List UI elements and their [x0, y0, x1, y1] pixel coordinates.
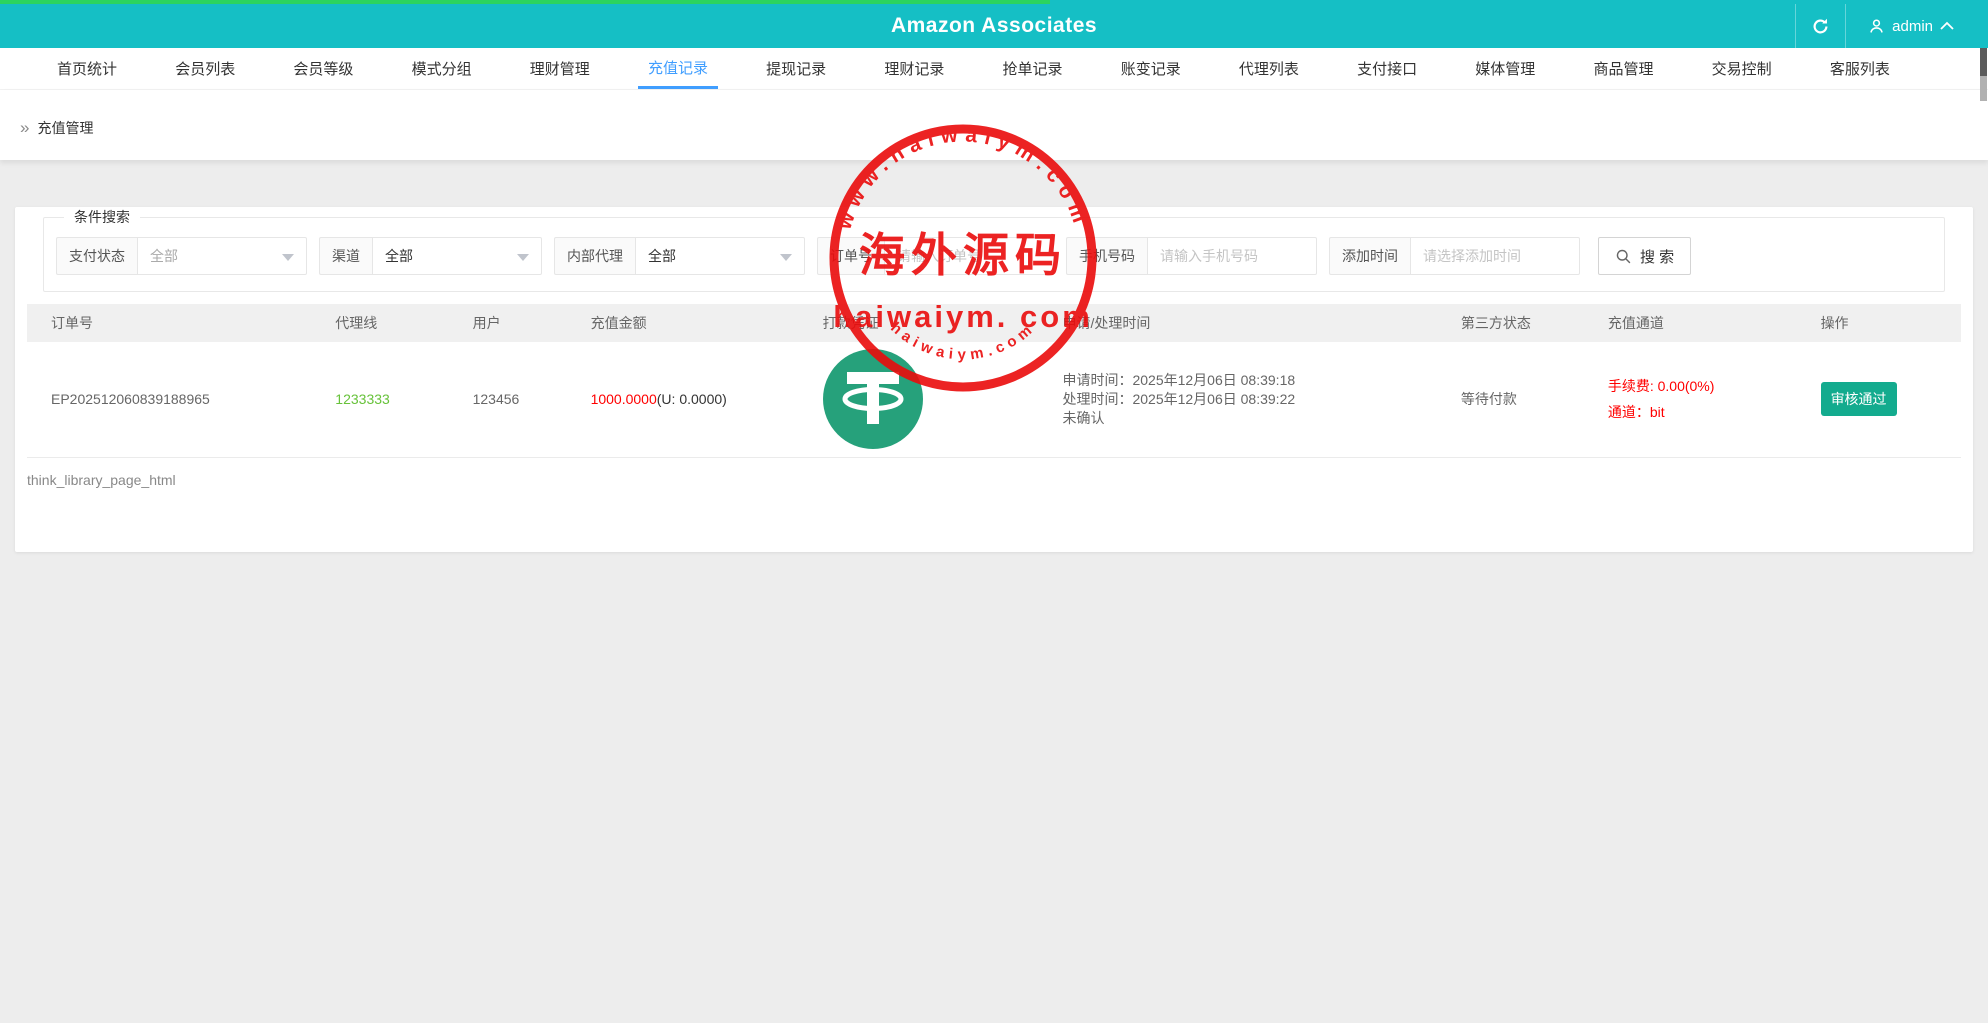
search-legend: 条件搜索	[74, 209, 130, 225]
breadcrumb-icon: »	[20, 118, 30, 137]
internal-agent-select[interactable]: 全部	[635, 237, 805, 275]
add-time-input[interactable]	[1410, 237, 1580, 275]
tab-6[interactable]: 充值记录	[637, 48, 718, 89]
channel-label: 渠道	[319, 237, 372, 275]
username: admin	[1892, 17, 1933, 35]
tab-4[interactable]: 模式分组	[402, 48, 482, 89]
pay-status-select[interactable]: 全部	[137, 237, 307, 275]
add-time-label: 添加时间	[1329, 237, 1410, 275]
cell-action: 审核通过	[1796, 342, 1961, 458]
tab-5[interactable]: 理财管理	[520, 48, 600, 89]
refresh-icon	[1813, 18, 1828, 33]
column-header: 订单号	[27, 304, 312, 342]
cell-user: 123456	[448, 342, 567, 458]
search-fieldset: 条件搜索 支付状态 全部 渠道 全部 内部代理 全部 订单号 请输入订单号 手机…	[43, 207, 1945, 292]
tether-icon[interactable]	[822, 349, 923, 450]
search-form: 支付状态 全部 渠道 全部 内部代理 全部 订单号 请输入订单号 手机号码 请输…	[44, 227, 1944, 291]
cell-times: 申请时间：2025年12月06日 08:39:18 处理时间：2025年12月0…	[1038, 342, 1437, 458]
content-area: 条件搜索 支付状态 全部 渠道 全部 内部代理 全部 订单号 请输入订单号 手机…	[0, 160, 1988, 1023]
order-no-label: 订单号	[817, 237, 884, 275]
app-title: Amazon Associates	[890, 14, 1098, 37]
channel-value: 全部	[385, 248, 413, 264]
order-no-input[interactable]	[884, 237, 1054, 275]
cell-order-no: EP202512060839188965	[27, 342, 312, 458]
breadcrumb: » 充值管理	[0, 90, 1988, 160]
internal-agent-group: 内部代理 全部	[554, 237, 805, 275]
scrollbar-thumb[interactable]	[1980, 48, 1987, 76]
top-header: Amazon Associates admin	[0, 0, 1988, 48]
channel-group: 渠道 全部	[319, 237, 542, 275]
tab-9[interactable]: 抢单记录	[993, 48, 1073, 89]
column-header: 代理线	[311, 304, 449, 342]
recharge-card: 条件搜索 支付状态 全部 渠道 全部 内部代理 全部 订单号 请输入订单号 手机…	[15, 207, 1973, 552]
chevron-down-icon	[780, 254, 792, 261]
amount-usdt: (U: 0.0000)	[656, 391, 727, 408]
cell-agent-line: 1233333	[311, 342, 449, 458]
refresh-button[interactable]	[1795, 4, 1845, 48]
channel-value: 通道：bit	[1607, 404, 1665, 421]
header-actions: admin	[1795, 4, 1988, 48]
approve-button[interactable]: 审核通过	[1820, 382, 1897, 417]
confirm-status: 未确认	[1062, 410, 1105, 427]
column-header: 申请/处理时间	[1038, 304, 1437, 342]
user-icon	[1870, 18, 1883, 33]
scrollbar-track[interactable]	[1980, 76, 1987, 101]
tab-16[interactable]: 客服列表	[1820, 48, 1900, 89]
pay-status-group: 支付状态 全部	[56, 237, 307, 275]
process-time: 处理时间：2025年12月06日 08:39:22	[1062, 391, 1296, 408]
page-footer-text: think_library_page_html	[27, 471, 176, 488]
column-header: 用户	[448, 304, 567, 342]
tab-2[interactable]: 会员列表	[165, 48, 245, 89]
user-menu[interactable]: admin	[1845, 4, 1988, 48]
cell-third-party-status: 等待付款	[1436, 342, 1584, 458]
column-header: 打款凭证	[798, 304, 1039, 342]
phone-label: 手机号码	[1066, 237, 1147, 275]
chevron-up-icon	[1940, 21, 1954, 30]
search-button[interactable]: 搜 索	[1598, 237, 1692, 275]
tab-11[interactable]: 代理列表	[1229, 48, 1309, 89]
amount-value: 1000.0000	[590, 391, 657, 408]
tab-12[interactable]: 支付接口	[1347, 48, 1427, 89]
agent-line-value: 1233333	[335, 391, 390, 408]
tab-13[interactable]: 媒体管理	[1465, 48, 1545, 89]
tab-1[interactable]: 首页统计	[47, 48, 127, 89]
breadcrumb-label: 充值管理	[37, 120, 94, 136]
records-table-wrap: 订单号 代理线 用户 充值金额 打款凭证 申请/处理时间 第三方状态 充值通道 操作 EP202…	[27, 304, 1961, 458]
tab-8[interactable]: 理财记录	[874, 48, 954, 89]
tab-10[interactable]: 账变记录	[1111, 48, 1191, 89]
tab-3[interactable]: 会员等级	[283, 48, 363, 89]
internal-agent-value: 全部	[648, 248, 676, 264]
phone-input[interactable]	[1147, 237, 1317, 275]
column-header: 操作	[1796, 304, 1961, 342]
chevron-down-icon	[517, 254, 529, 261]
nav-tabs: 首页统计 会员列表 会员等级 模式分组 理财管理 充值记录 提现记录 理财记录 抢单记录 账变记录…	[0, 48, 1988, 90]
pay-status-value: 全部	[150, 248, 178, 264]
column-header: 充值金额	[566, 304, 799, 342]
cell-voucher	[798, 342, 1039, 458]
records-table: 订单号 代理线 用户 充值金额 打款凭证 申请/处理时间 第三方状态 充值通道 操作 EP202…	[27, 304, 1961, 458]
chevron-down-icon	[282, 254, 294, 261]
search-icon	[1616, 249, 1631, 263]
search-button-label: 搜 索	[1640, 248, 1675, 266]
internal-agent-label: 内部代理	[554, 237, 635, 275]
column-header: 充值通道	[1583, 304, 1797, 342]
apply-time: 申请时间：2025年12月06日 08:39:18	[1062, 372, 1296, 389]
table-header-row: 订单号 代理线 用户 充值金额 打款凭证 申请/处理时间 第三方状态 充值通道 操作	[27, 304, 1961, 342]
add-time-group: 添加时间	[1329, 237, 1580, 275]
tab-7[interactable]: 提现记录	[756, 48, 836, 89]
phone-group: 手机号码	[1066, 237, 1317, 275]
cell-amount: 1000.0000(U: 0.0000)	[566, 342, 799, 458]
fee-value: 手续费: 0.00(0%)	[1607, 378, 1715, 395]
tab-14[interactable]: 商品管理	[1583, 48, 1663, 89]
channel-select[interactable]: 全部	[372, 237, 542, 275]
cell-channel: 手续费: 0.00(0%) 通道：bit	[1583, 342, 1797, 458]
table-row: EP202512060839188965 1233333 123456 1000…	[27, 342, 1961, 458]
order-no-group: 订单号	[817, 237, 1054, 275]
pay-status-label: 支付状态	[56, 237, 137, 275]
tab-15[interactable]: 交易控制	[1702, 48, 1782, 89]
column-header: 第三方状态	[1436, 304, 1584, 342]
